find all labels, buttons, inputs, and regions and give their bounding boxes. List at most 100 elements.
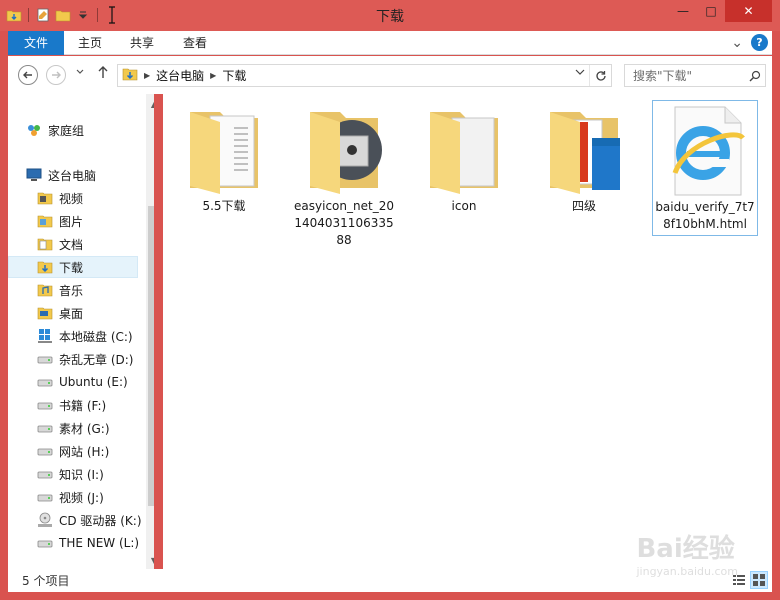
folder-disc-icon	[296, 102, 392, 198]
nav-label: CD 驱动器 (K:)	[59, 513, 142, 528]
tab-file[interactable]: 文件	[8, 31, 64, 55]
nav-label: 下载	[59, 260, 84, 275]
close-button[interactable]: ✕	[725, 0, 772, 22]
scroll-down-chevron-icon[interactable]: ▼	[146, 552, 154, 568]
drive-icon	[37, 420, 53, 436]
tab-home[interactable]: 主页	[66, 31, 114, 55]
folder-blank-icon	[416, 102, 512, 198]
search-placeholder: 搜索"下载"	[633, 69, 693, 83]
scroll-thumb[interactable]	[148, 206, 154, 506]
nav-item-drive-e[interactable]: Ubuntu (E:)	[37, 371, 144, 393]
refresh-button[interactable]	[589, 65, 611, 86]
nav-item-drive-j[interactable]: 视频 (J:)	[37, 486, 144, 508]
file-item[interactable]: 四级	[531, 100, 637, 236]
breadcrumb-separator-icon[interactable]: ▶	[210, 71, 216, 80]
internet-explorer-file-icon	[657, 103, 753, 199]
downloads-folder-icon	[122, 66, 138, 85]
computer-icon	[26, 167, 42, 183]
help-icon[interactable]: ?	[751, 34, 768, 51]
folder-book-icon	[536, 102, 632, 198]
nav-item-drive-h[interactable]: 网站 (H:)	[37, 440, 144, 462]
tab-view[interactable]: 查看	[171, 31, 219, 55]
file-name: 5.5下载	[202, 199, 246, 213]
nav-item-drive-l[interactable]: THE NEW (L:)	[37, 532, 144, 554]
nav-label: 这台电脑	[48, 168, 97, 183]
breadcrumb-this-pc[interactable]: 这台电脑	[156, 67, 204, 84]
nav-item-videos[interactable]: 视频	[37, 187, 144, 209]
nav-label: 视频	[59, 191, 84, 206]
nav-label: 本地磁盘 (C:)	[59, 329, 133, 344]
refresh-icon	[595, 70, 606, 81]
title-bar: 下载 — □ ✕	[0, 0, 780, 31]
music-folder-icon	[37, 282, 53, 298]
pictures-folder-icon	[37, 213, 53, 229]
nav-label: 书籍 (F:)	[59, 398, 107, 413]
drive-icon	[37, 397, 53, 413]
forward-button[interactable]	[46, 65, 66, 85]
drive-icon	[37, 535, 53, 551]
nav-label: 视频 (J:)	[59, 490, 104, 505]
nav-label: 文档	[59, 237, 84, 252]
nav-label: 网站 (H:)	[59, 444, 110, 459]
nav-item-drive-k[interactable]: CD 驱动器 (K:)	[37, 509, 144, 531]
nav-item-this-pc[interactable]: 这台电脑	[26, 164, 144, 186]
window-title: 下载	[376, 9, 404, 25]
videos-folder-icon	[37, 190, 53, 206]
address-history-chevron-icon[interactable]	[575, 68, 585, 79]
nav-item-homegroup[interactable]: 家庭组	[26, 119, 144, 141]
nav-item-drive-f[interactable]: 书籍 (F:)	[37, 394, 144, 416]
cd-drive-icon	[37, 512, 53, 528]
item-count: 5 个项目	[22, 574, 70, 588]
nav-item-drive-d[interactable]: 杂乱无章 (D:)	[37, 348, 144, 370]
nav-item-music[interactable]: 音乐	[37, 279, 144, 301]
drive-icon	[37, 443, 53, 459]
nav-item-drive-g[interactable]: 素材 (G:)	[37, 417, 144, 439]
large-icons-view-icon[interactable]	[750, 571, 768, 589]
status-bar: 5 个项目	[8, 569, 772, 592]
navigation-pane: 家庭组 这台电脑 视频 图片 文档 下载 音乐 桌面 本地磁盘 (C:) 杂乱无…	[8, 94, 154, 569]
nav-item-pictures[interactable]: 图片	[37, 210, 144, 232]
nav-item-drive-c[interactable]: 本地磁盘 (C:)	[37, 325, 144, 347]
nav-item-downloads[interactable]: 下载	[8, 256, 138, 278]
nav-label: 杂乱无章 (D:)	[59, 352, 134, 367]
nav-label: 家庭组	[48, 123, 85, 138]
file-name: baidu_verify_7t78f10bhM.html	[655, 200, 755, 231]
address-bar[interactable]: ▶ 这台电脑 ▶ 下载	[117, 64, 612, 87]
nav-item-documents[interactable]: 文档	[37, 233, 144, 255]
maximize-button[interactable]: □	[697, 0, 725, 22]
arrow-up-icon	[98, 66, 108, 78]
minimize-button[interactable]: —	[669, 0, 697, 22]
breadcrumb-downloads[interactable]: 下载	[222, 67, 246, 84]
drive-icon	[37, 351, 53, 367]
nav-label: 图片	[59, 214, 84, 229]
back-button[interactable]	[18, 65, 38, 85]
recent-locations-button[interactable]	[76, 67, 84, 78]
folder-document-icon	[176, 102, 272, 198]
file-item[interactable]: icon	[411, 100, 517, 236]
explorer-window: 下载 — □ ✕ 文件 主页 共享 查看 ⌄ ? ▶ 这台电脑 ▶ 下载 搜索"…	[0, 0, 780, 600]
file-list: 5.5下载 easyicon_net_201404031106335 88 ic…	[163, 94, 772, 569]
downloads-folder-icon	[37, 259, 53, 275]
nav-item-desktop[interactable]: 桌面	[37, 302, 144, 324]
desktop-folder-icon	[37, 305, 53, 321]
window-controls: — □ ✕	[669, 0, 772, 22]
ribbon-tabs: 文件 主页 共享 查看 ⌄ ?	[8, 31, 772, 55]
arrow-right-icon	[52, 71, 61, 79]
nav-item-drive-i[interactable]: 知识 (I:)	[37, 463, 144, 485]
file-item[interactable]: easyicon_net_201404031106335 88	[291, 100, 397, 247]
nav-label: 知识 (I:)	[59, 467, 104, 482]
details-view-icon[interactable]	[730, 571, 748, 589]
scroll-up-chevron-icon[interactable]: ▲	[146, 96, 154, 112]
up-button[interactable]	[97, 65, 109, 82]
expand-ribbon-chevron-icon[interactable]: ⌄	[731, 35, 743, 51]
search-input[interactable]: 搜索"下载"	[624, 64, 766, 87]
file-item-selected[interactable]: baidu_verify_7t78f10bhM.html	[652, 100, 758, 236]
file-name: easyicon_net_201404031106335 88	[294, 199, 394, 247]
tab-share[interactable]: 共享	[118, 31, 166, 55]
breadcrumb-separator-icon[interactable]: ▶	[144, 71, 150, 80]
arrow-left-icon	[23, 71, 32, 79]
nav-label: Ubuntu (E:)	[59, 375, 128, 389]
search-icon[interactable]	[745, 70, 765, 82]
nav-scrollbar[interactable]: ▲ ▼	[146, 94, 154, 569]
file-item[interactable]: 5.5下载	[171, 100, 277, 236]
